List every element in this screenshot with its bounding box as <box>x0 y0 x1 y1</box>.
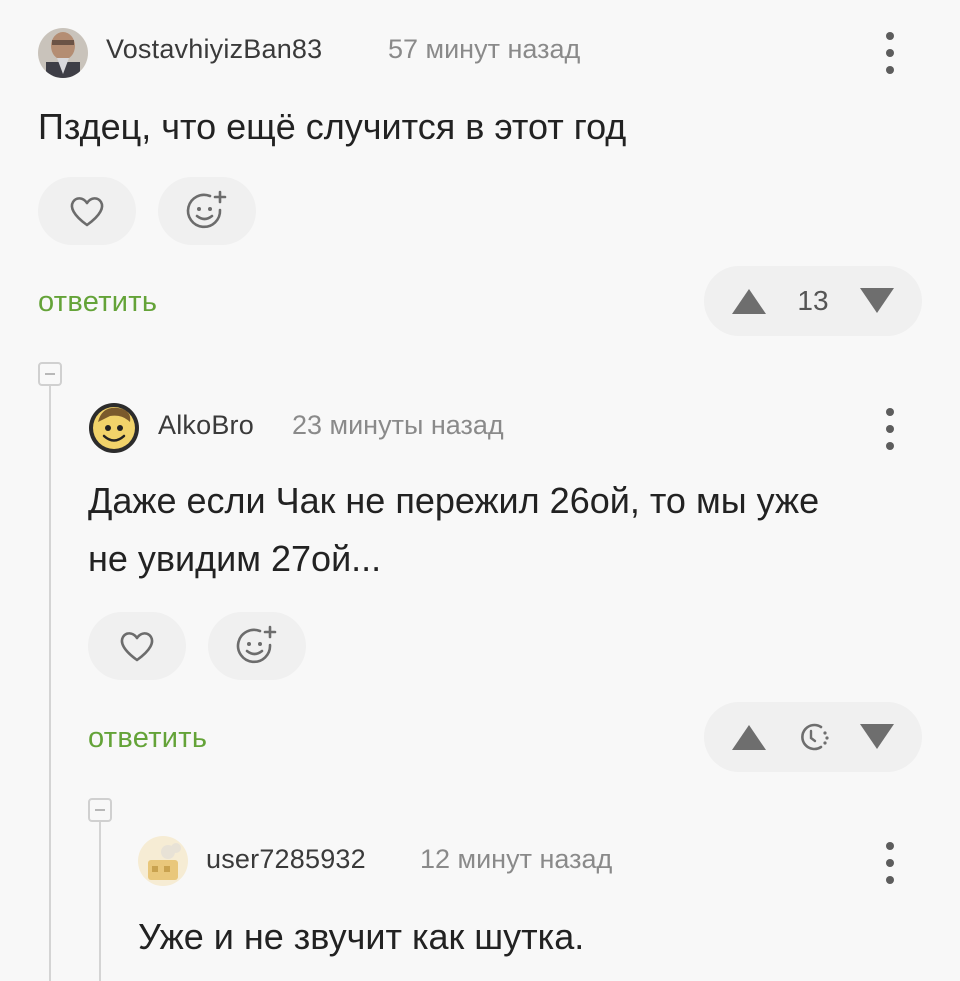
rating-widget: 13 <box>704 266 922 336</box>
more-options-icon[interactable] <box>880 408 900 450</box>
comment-text-line: Даже если Чак не пережил 26ой, то мы уже <box>88 480 820 521</box>
heart-icon <box>120 632 154 662</box>
add-reaction-button[interactable] <box>208 612 306 680</box>
add-reaction-button[interactable] <box>158 177 256 245</box>
upvote-icon[interactable] <box>730 722 768 752</box>
reply-link[interactable]: ответить <box>88 722 207 755</box>
upvote-icon[interactable] <box>730 286 768 316</box>
avatar[interactable] <box>88 402 140 454</box>
more-options-icon[interactable] <box>880 32 900 74</box>
rating-count: 13 <box>797 285 829 316</box>
collapse-thread-button[interactable] <box>38 362 62 386</box>
rating-widget <box>704 702 922 772</box>
add-emoji-icon <box>186 190 227 229</box>
username[interactable]: user7285932 <box>206 844 366 875</box>
reply-link[interactable]: ответить <box>38 286 157 319</box>
timestamp: 23 минуты назад <box>292 410 504 440</box>
username[interactable]: VostavhiyizBan83 <box>106 34 322 65</box>
add-emoji-icon <box>236 625 277 664</box>
comment-text: Уже и не звучит как шутка. <box>138 916 585 957</box>
thread-line <box>99 822 101 981</box>
avatar[interactable] <box>38 28 88 78</box>
username[interactable]: AlkoBro <box>158 410 254 441</box>
collapse-thread-button[interactable] <box>88 798 112 822</box>
comment-text-line: не увидим 27ой... <box>88 538 382 579</box>
comment-text: Пздец, что ещё случится в этот год <box>38 106 627 147</box>
downvote-icon[interactable] <box>858 286 896 316</box>
heart-icon <box>70 197 104 227</box>
comment-text: Даже если Чак не пережил 26ой, то мы уже… <box>88 472 928 588</box>
downvote-icon[interactable] <box>858 722 896 752</box>
clock-icon <box>801 723 829 751</box>
like-button[interactable] <box>38 177 136 245</box>
timestamp: 12 минут назад <box>420 844 613 874</box>
like-button[interactable] <box>88 612 186 680</box>
timestamp: 57 минут назад <box>388 34 581 64</box>
avatar[interactable] <box>138 836 188 886</box>
more-options-icon[interactable] <box>880 842 900 884</box>
thread-line <box>49 386 51 981</box>
